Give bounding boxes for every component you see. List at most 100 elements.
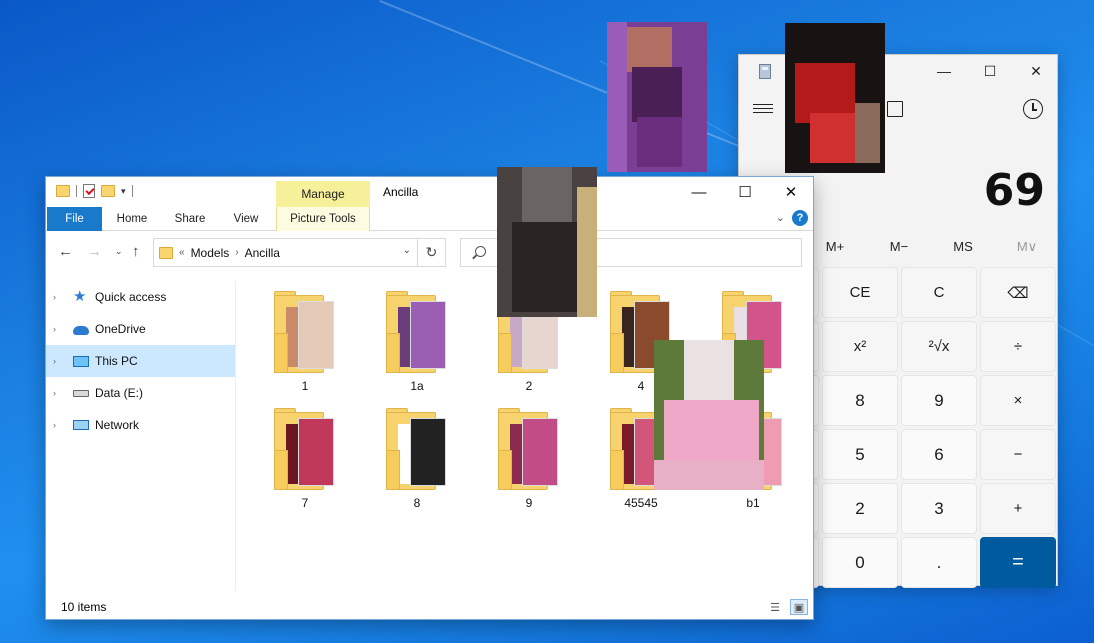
folder-icon: [56, 185, 70, 197]
folder-item[interactable]: 8: [372, 406, 462, 510]
quick-access-toolbar: ▾: [56, 184, 133, 198]
tab-file[interactable]: File: [47, 207, 102, 231]
history-icon[interactable]: [1023, 99, 1043, 119]
decimal-button[interactable]: .: [901, 537, 977, 588]
breadcrumb-models[interactable]: Models: [191, 246, 230, 260]
tab-share[interactable]: Share: [166, 207, 214, 231]
add-button[interactable]: +: [980, 483, 1056, 534]
digit-3-button[interactable]: 3: [901, 483, 977, 534]
tab-view[interactable]: View: [222, 207, 270, 231]
folder-thumbnail-icon: [498, 406, 560, 492]
folder-item[interactable]: 1: [260, 289, 350, 393]
folder-thumbnail-icon: [274, 406, 336, 492]
folder-name: 9: [525, 496, 533, 510]
nav-item-label: Data (E:): [95, 386, 144, 400]
digit-5-button[interactable]: 5: [822, 429, 898, 480]
nav-item-network[interactable]: › Network: [46, 409, 235, 441]
folder-item[interactable]: 9: [484, 406, 574, 510]
minimize-button[interactable]: —: [676, 177, 722, 207]
menu-icon[interactable]: [753, 101, 773, 117]
folder-thumbnail-icon: [386, 406, 448, 492]
folder-thumbnail-icon: [386, 289, 448, 375]
maximize-button[interactable]: ☐: [967, 55, 1013, 87]
digit-0-button[interactable]: 0: [822, 537, 898, 588]
clear-button[interactable]: C: [901, 267, 977, 318]
digit-8-button[interactable]: 8: [822, 375, 898, 426]
ribbon-tabs: File Home Share View Picture Tools: [46, 207, 813, 231]
close-button[interactable]: ✕: [768, 177, 814, 207]
folder-item[interactable]: 1a: [372, 289, 462, 393]
explorer-titlebar[interactable]: ▾ Manage Ancilla — ☐ ✕: [46, 177, 813, 207]
recent-locations-icon[interactable]: ⌄: [115, 246, 123, 257]
nav-item-onedrive[interactable]: › OneDrive: [46, 313, 235, 345]
floating-thumbnail: [607, 22, 707, 172]
folder-name: 2: [525, 379, 533, 393]
folder-name: 7: [301, 496, 309, 510]
customize-toolbar-icon[interactable]: ▾: [121, 186, 126, 197]
forward-arrow-icon[interactable]: →: [87, 243, 102, 260]
clear-entry-button[interactable]: CE: [822, 267, 898, 318]
large-icons-view-icon[interactable]: ▣: [790, 599, 808, 615]
properties-icon[interactable]: [83, 184, 95, 198]
expand-ribbon-icon[interactable]: ⌄: [776, 211, 785, 224]
item-count: 10 items: [61, 600, 107, 614]
folder-name: 8: [413, 496, 421, 510]
folder-name: 1: [301, 379, 309, 393]
help-icon[interactable]: ?: [792, 210, 808, 226]
expand-chevron-icon[interactable]: ›: [53, 324, 63, 334]
expand-chevron-icon[interactable]: ›: [53, 356, 63, 366]
overflow-chevron[interactable]: «: [179, 247, 185, 258]
expand-chevron-icon[interactable]: ›: [53, 292, 63, 302]
up-arrow-icon[interactable]: ↑: [132, 243, 140, 260]
refresh-icon[interactable]: ↻: [418, 238, 446, 267]
navigation-pane: › ★ Quick access › OneDrive › This PC › Data (E:…: [46, 281, 236, 591]
breadcrumb-ancilla[interactable]: Ancilla: [245, 246, 280, 260]
folder-name: 45545: [624, 496, 658, 510]
folder-name: b1: [746, 496, 760, 510]
expand-chevron-icon[interactable]: ›: [53, 388, 63, 398]
minimize-button[interactable]: —: [921, 55, 967, 87]
digit-2-button[interactable]: 2: [822, 483, 898, 534]
maximize-button[interactable]: ☐: [722, 177, 768, 207]
digit-6-button[interactable]: 6: [901, 429, 977, 480]
memory-subtract-button[interactable]: M−: [867, 239, 931, 261]
calculator-display: 69: [983, 165, 1045, 216]
square-button[interactable]: x²: [822, 321, 898, 372]
folder-name: 1a: [410, 379, 424, 393]
floating-thumbnail: [497, 167, 597, 317]
folder-thumbnail-icon: [274, 289, 336, 375]
memory-list-button[interactable]: M∨: [995, 239, 1059, 261]
floating-thumbnail: [785, 23, 885, 173]
star-icon: ★: [73, 288, 87, 305]
memory-store-button[interactable]: MS: [931, 239, 995, 261]
nav-item-quick-access[interactable]: › ★ Quick access: [46, 281, 235, 313]
status-bar: 10 items ☰ ▣: [46, 595, 813, 619]
digit-9-button[interactable]: 9: [901, 375, 977, 426]
keep-on-top-icon[interactable]: [887, 101, 903, 117]
tab-picture-tools[interactable]: Picture Tools: [276, 207, 370, 231]
nav-item-this-pc[interactable]: › This PC: [46, 345, 235, 377]
back-arrow-icon[interactable]: ←: [58, 243, 73, 260]
nav-item-label: Network: [95, 418, 140, 432]
nav-item-label: This PC: [95, 354, 138, 368]
floating-thumbnail: [654, 340, 764, 490]
expand-chevron-icon[interactable]: ›: [53, 420, 63, 430]
tab-home[interactable]: Home: [108, 207, 156, 231]
subtract-button[interactable]: −: [980, 429, 1056, 480]
breadcrumb-separator[interactable]: ›: [235, 247, 238, 258]
address-dropdown-icon[interactable]: ⌄: [403, 245, 411, 256]
close-button[interactable]: ✕: [1013, 55, 1059, 87]
window-title: Ancilla: [383, 185, 419, 199]
folder-item[interactable]: 7: [260, 406, 350, 510]
equals-button[interactable]: =: [980, 537, 1056, 588]
address-bar[interactable]: « Models › Ancilla ⌄: [153, 238, 418, 267]
divide-button[interactable]: ÷: [980, 321, 1056, 372]
square-root-button[interactable]: ²√x: [901, 321, 977, 372]
nav-item-label: Quick access: [95, 290, 167, 304]
backspace-button[interactable]: ⌫: [980, 267, 1056, 318]
multiply-button[interactable]: ×: [980, 375, 1056, 426]
manage-tab[interactable]: Manage: [276, 181, 370, 207]
details-view-icon[interactable]: ☰: [766, 599, 784, 615]
nav-item-data-e[interactable]: › Data (E:): [46, 377, 235, 409]
new-folder-icon[interactable]: [101, 185, 115, 197]
